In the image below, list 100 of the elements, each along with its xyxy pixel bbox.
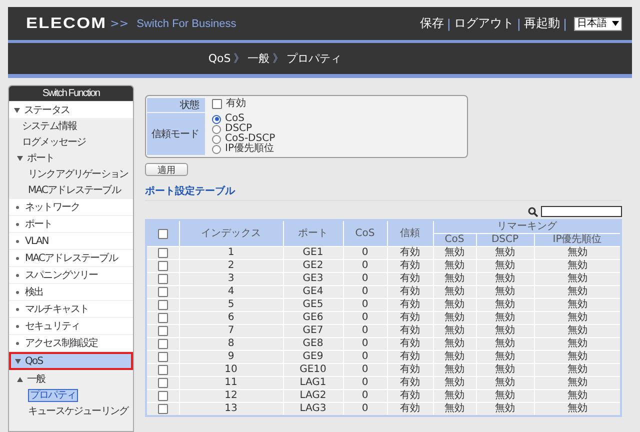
table-cell: 10 [179, 364, 283, 376]
row-checkbox[interactable] [158, 326, 168, 336]
header-link[interactable]: 保存 [420, 15, 444, 32]
table-cell: 無効 [534, 376, 621, 390]
sidebar-subitem[interactable]: プロパティ [28, 388, 78, 402]
table-cell: 有効 [387, 390, 433, 402]
bullet-icon [16, 240, 19, 242]
sidebar-item[interactable]: マルチキャスト [9, 301, 133, 317]
row-checkbox[interactable] [158, 365, 168, 375]
radio-button[interactable] [212, 114, 221, 124]
table-cell: GE2 [283, 260, 343, 272]
language-select[interactable]: 日本語 [574, 16, 622, 30]
sidebar-item[interactable]: ステータス [9, 102, 133, 118]
sidebar-title: Switch Function [9, 86, 133, 101]
table-cell: 0 [343, 298, 387, 312]
apply-button[interactable]: 適用 [145, 163, 188, 176]
row-checkbox[interactable] [158, 404, 168, 414]
option-label: IP優先順位 [225, 144, 274, 154]
sidebar-item[interactable]: QoS [10, 353, 132, 369]
bullet-icon [16, 206, 19, 208]
table-cell: 無効 [534, 298, 621, 312]
option-label: CoS [225, 114, 244, 124]
table-cell: 有効 [387, 286, 433, 298]
radio-button[interactable] [212, 124, 221, 134]
table-cell: 0 [343, 402, 387, 416]
row-checkbox[interactable] [158, 248, 168, 258]
table-cell: GE8 [283, 338, 343, 350]
breadcrumb-separator: 》 [234, 51, 245, 66]
column-header: CoS [433, 234, 476, 246]
table-cell: 無効 [534, 402, 621, 416]
sidebar-subitem[interactable]: キュースケジューリング [28, 404, 128, 418]
table-cell: 無効 [534, 312, 621, 324]
table-cell: 無効 [476, 324, 534, 338]
row-checkbox[interactable] [158, 391, 168, 401]
sidebar-item[interactable]: ネットワーク [9, 199, 133, 215]
sidebar-subitem[interactable]: 一般 [27, 372, 46, 386]
breadcrumb-item: QoS [208, 52, 231, 65]
row-checkbox[interactable] [158, 313, 168, 323]
table-cell: 無効 [476, 390, 534, 402]
breadcrumb-item: 一般 [248, 51, 270, 66]
row-checkbox[interactable] [158, 274, 168, 284]
header-link[interactable]: 再起動 [524, 15, 560, 32]
breadcrumb-item: プロパティ [286, 51, 342, 66]
table-cell: GE7 [283, 324, 343, 338]
table-cell: LAG2 [283, 390, 343, 402]
table-cell: GE3 [283, 272, 343, 286]
row-checkbox[interactable] [158, 300, 168, 310]
sidebar-subitem[interactable]: ログメッセージ [22, 135, 86, 149]
table-cell: 無効 [534, 260, 621, 272]
sidebar-item[interactable]: VLAN [9, 233, 133, 249]
separator: | [516, 16, 521, 30]
sidebar-item[interactable]: スパニングツリー [9, 267, 133, 283]
table-cell: 無効 [534, 272, 621, 286]
table-cell: 有効 [387, 312, 433, 324]
radio-button[interactable] [212, 134, 221, 144]
table-cell: 無効 [534, 390, 621, 402]
table-cell: 無効 [534, 350, 621, 364]
option-label: CoS-DSCP [225, 134, 276, 144]
row-checkbox[interactable] [158, 287, 168, 297]
table-cell: 0 [343, 376, 387, 390]
row-checkbox[interactable] [158, 352, 168, 362]
bullet-icon [16, 222, 19, 226]
table-cell: 5 [179, 298, 283, 312]
row-checkbox[interactable] [158, 378, 168, 388]
separator: | [562, 16, 567, 30]
table-cell: 無効 [476, 350, 534, 364]
sidebar-subitem[interactable]: リンクアグリゲーション [28, 167, 128, 181]
table-cell: GE5 [283, 298, 343, 312]
sidebar-item[interactable]: 検出 [9, 284, 133, 300]
table-cell: 無効 [433, 260, 476, 272]
bullet-icon [16, 324, 19, 328]
sidebar-item[interactable]: MACアドレステーブル [9, 250, 133, 266]
field-label: 状態 [147, 98, 205, 112]
option-label: DSCP [225, 124, 252, 134]
sidebar-item[interactable]: ポート [9, 216, 133, 232]
radio-button[interactable] [212, 144, 221, 154]
table-cell: 有効 [387, 324, 433, 338]
table-cell: 有効 [387, 376, 433, 390]
table-cell: 0 [343, 324, 387, 338]
checkbox[interactable] [212, 99, 222, 109]
sidebar-subitem[interactable]: ポート [27, 151, 54, 165]
sidebar-item[interactable]: アクセス制御設定 [9, 335, 133, 351]
bullet-icon [16, 342, 19, 344]
column-group-header: リマーキング [433, 220, 621, 234]
search-field[interactable] [541, 206, 622, 217]
row-checkbox[interactable] [158, 261, 168, 271]
sidebar-item[interactable]: セキュリティ [9, 318, 133, 334]
separator: | [446, 16, 451, 30]
field-label: 信頼モード [147, 113, 205, 155]
table-cell: 0 [343, 312, 387, 324]
column-header: ポート [283, 220, 343, 246]
table-cell: 1 [179, 246, 283, 260]
sidebar-subitem[interactable]: システム情報 [22, 119, 77, 133]
row-checkbox[interactable] [158, 339, 168, 349]
sidebar-subitem[interactable]: MACアドレステーブル [28, 183, 120, 197]
header-link[interactable]: ログアウト [454, 15, 514, 32]
select-all-checkbox[interactable] [158, 228, 168, 238]
table-cell: 2 [179, 260, 283, 272]
table-cell: 11 [179, 376, 283, 390]
table-cell: 13 [179, 402, 283, 416]
